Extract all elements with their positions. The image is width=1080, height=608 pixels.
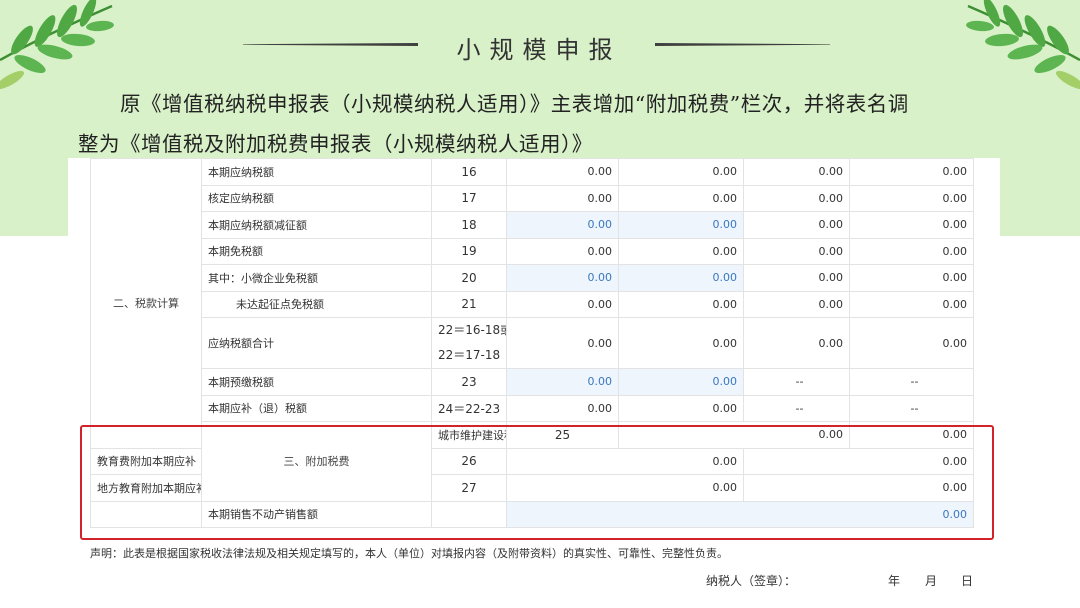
slide-title: 小规模申报 — [456, 36, 622, 64]
row-label: 本期预缴税额 — [201, 368, 432, 396]
line-formula-a: 22＝16-18或 — [438, 323, 507, 337]
title-rule-left — [243, 43, 418, 46]
table-row: 其中：小微企业免税额 20 0.00 0.00 0.00 0.00 — [91, 264, 974, 292]
line-number: 26 — [431, 447, 507, 475]
empty-dash-cell: -- — [849, 368, 974, 396]
amount-cell: 0.00 — [506, 447, 744, 475]
row-label: 教育费附加本期应补（退）费额 — [90, 447, 202, 475]
editable-amount-input[interactable]: 0.00 — [506, 211, 619, 239]
table-row: 本期应补（退）税额 24＝22-23 0.00 0.00 -- -- — [91, 394, 974, 422]
amount-cell: 0.00 — [618, 421, 850, 449]
year-label: 年 — [888, 574, 901, 588]
intro-line-1: 原《增值税纳税申报表（小规模纳税人适用）》主表增加“附加税费”栏次，并将表名调 — [120, 92, 909, 116]
table-row: 核定应纳税额 17 0.00 0.00 0.00 0.00 — [91, 184, 974, 212]
amount-cell: 0.00 — [743, 184, 850, 212]
empty-dash-cell: -- — [743, 394, 850, 422]
line-number: 20 — [431, 264, 507, 292]
line-number: 27 — [431, 474, 507, 502]
amount-cell: 0.00 — [743, 290, 850, 318]
table-row: 应纳税额合计 22＝16-18或 22＝17-18 0.00 0.00 0.00 … — [91, 317, 974, 369]
amount-cell: 0.00 — [743, 474, 974, 502]
declaration-form: 二、税款计算 本期应纳税额 16 0.00 0.00 0.00 0.00 核定应… — [68, 158, 1000, 598]
table-row: 三、附加税费 城市维护建设税本期应补（退）税额 25 0.00 0.00 — [91, 421, 974, 502]
line-number: 16 — [431, 158, 507, 186]
title-rule-right — [655, 43, 830, 46]
table-row: 本期免税额 19 0.00 0.00 0.00 0.00 — [91, 237, 974, 265]
section-tax-calc: 二、税款计算 — [90, 158, 202, 449]
amount-cell: 0.00 — [743, 237, 850, 265]
amount-cell: 0.00 — [506, 290, 619, 318]
row-label: 核定应纳税额 — [201, 184, 432, 212]
amount-cell: 0.00 — [506, 317, 619, 369]
month-label: 月 — [925, 574, 938, 588]
amount-cell: 0.00 — [849, 317, 974, 369]
line-number: 23 — [431, 368, 507, 396]
row-label: 本期销售不动产销售额 — [201, 500, 432, 528]
editable-amount-input[interactable]: 0.00 — [506, 500, 974, 528]
table-row: 本期预缴税额 23 0.00 0.00 -- -- — [91, 368, 974, 396]
amount-cell: 0.00 — [618, 158, 744, 186]
section-surcharge: 三、附加税费 — [201, 421, 432, 502]
row-label: 本期应纳税额减征额 — [201, 211, 432, 239]
line-number: 17 — [431, 184, 507, 212]
table-row: 本期销售不动产销售额 0.00 — [90, 500, 974, 528]
declaration-statement: 声明：此表是根据国家税收法律法规及相关规定填写的，本人（单位）对填报内容（及附带… — [90, 547, 728, 560]
declaration-table: 二、税款计算 本期应纳税额 16 0.00 0.00 0.00 0.00 核定应… — [90, 158, 974, 528]
editable-amount-input[interactable]: 0.00 — [618, 368, 744, 396]
table-row: 未达起征点免税额 21 0.00 0.00 0.00 0.00 — [91, 290, 974, 318]
row-label: 本期应补（退）税额 — [201, 394, 432, 422]
empty-line-cell — [431, 500, 507, 528]
amount-cell: 0.00 — [506, 158, 619, 186]
amount-cell: 0.00 — [849, 184, 974, 212]
row-label: 城市维护建设税本期应补（退）税额 — [431, 421, 507, 449]
amount-cell: 0.00 — [506, 394, 619, 422]
amount-cell: 0.00 — [743, 447, 974, 475]
amount-cell: 0.00 — [849, 421, 974, 449]
row-label: 应纳税额合计 — [201, 317, 432, 369]
editable-amount-input[interactable]: 0.00 — [506, 368, 619, 396]
row-label: 本期应纳税额 — [201, 158, 432, 186]
line-formula-b: 22＝17-18 — [438, 348, 501, 362]
amount-cell: 0.00 — [743, 264, 850, 292]
signer-label: 纳税人（签章）： — [706, 574, 797, 588]
amount-cell: 0.00 — [618, 394, 744, 422]
editable-amount-input[interactable]: 0.00 — [506, 264, 619, 292]
line-number: 21 — [431, 290, 507, 318]
editable-amount-input[interactable]: 0.00 — [618, 211, 744, 239]
intro-paragraph: 原《增值税纳税申报表（小规模纳税人适用）》主表增加“附加税费”栏次，并将表名调 … — [78, 84, 1018, 164]
table-row: 本期应纳税额减征额 18 0.00 0.00 0.00 0.00 — [91, 211, 974, 239]
editable-amount-input[interactable]: 0.00 — [618, 264, 744, 292]
table-row: 二、税款计算 本期应纳税额 16 0.00 0.00 0.00 0.00 — [90, 158, 974, 449]
amount-cell: 0.00 — [743, 211, 850, 239]
row-label: 地方教育附加本期应补（退）费额 — [90, 474, 202, 502]
day-label: 日 — [961, 574, 974, 588]
amount-cell: 0.00 — [618, 317, 744, 369]
amount-cell: 0.00 — [849, 211, 974, 239]
amount-cell: 0.00 — [849, 264, 974, 292]
amount-cell: 0.00 — [743, 158, 850, 186]
row-label: 未达起征点免税额 — [201, 290, 432, 318]
line-number: 19 — [431, 237, 507, 265]
amount-cell: 0.00 — [618, 237, 744, 265]
empty-dash-cell: -- — [743, 368, 850, 396]
amount-cell: 0.00 — [743, 317, 850, 369]
line-number: 18 — [431, 211, 507, 239]
amount-cell: 0.00 — [849, 158, 974, 186]
amount-cell: 0.00 — [506, 237, 619, 265]
line-number: 25 — [506, 421, 619, 449]
amount-cell: 0.00 — [618, 290, 744, 318]
row-label: 本期免税额 — [201, 237, 432, 265]
empty-section-cell — [90, 500, 202, 528]
line-number: 24＝22-23 — [431, 394, 507, 422]
amount-cell: 0.00 — [849, 237, 974, 265]
line-number: 22＝16-18或 22＝17-18 — [431, 317, 507, 369]
amount-cell: 0.00 — [618, 184, 744, 212]
amount-cell: 0.00 — [849, 290, 974, 318]
row-label: 其中：小微企业免税额 — [201, 264, 432, 292]
amount-cell: 0.00 — [506, 184, 619, 212]
empty-dash-cell: -- — [849, 394, 974, 422]
slide-title-row: 小规模申报 — [0, 28, 1080, 64]
amount-cell: 0.00 — [506, 474, 744, 502]
